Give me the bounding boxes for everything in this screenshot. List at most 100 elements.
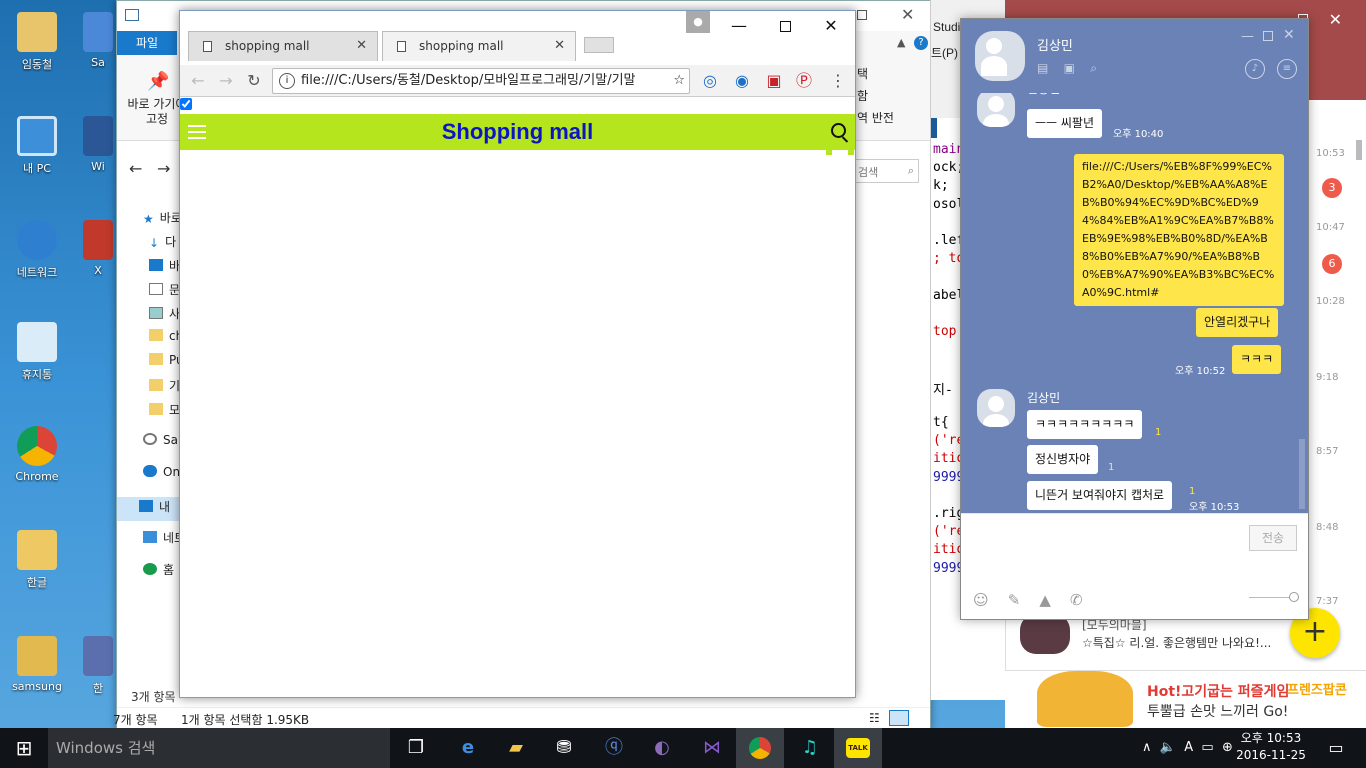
- message-bubble-link[interactable]: file:///C:/Users/%EB%8F%99%EC%B2%A0/Desk…: [1074, 154, 1284, 306]
- message-bubble[interactable]: ㅡㅡ 씨팔년: [1027, 109, 1103, 138]
- emoticon-icon[interactable]: ☺: [973, 591, 989, 609]
- chrome-taskbar-icon[interactable]: [736, 728, 784, 768]
- new-tab-button[interactable]: [584, 37, 614, 53]
- bookmark-star-icon[interactable]: ☆: [671, 69, 685, 93]
- ribbon-collapse-icon[interactable]: ▲: [897, 36, 905, 49]
- visual-studio-icon[interactable]: ⋈: [688, 728, 736, 768]
- explorer-quick-access-icon[interactable]: [125, 9, 139, 21]
- reload-icon[interactable]: ↻: [242, 69, 266, 93]
- send-button[interactable]: 전송: [1249, 525, 1297, 551]
- nav-item-quick-access[interactable]: ★ 바로: [143, 209, 179, 226]
- message-bubble[interactable]: 안열리겠구나: [1196, 308, 1279, 337]
- extension-icon[interactable]: ◉: [730, 69, 754, 93]
- chat-maximize-icon[interactable]: [1263, 31, 1273, 41]
- back-arrow-icon[interactable]: ←: [129, 159, 142, 178]
- chat-scrollbar[interactable]: [1299, 439, 1305, 509]
- pinterest-icon[interactable]: Ⓟ: [792, 69, 816, 93]
- message-bubble[interactable]: ㅋㅋㅋㅋㅋㅋㅋㅋㅋ: [1027, 410, 1143, 439]
- chat-close-icon[interactable]: ✕: [1283, 27, 1295, 43]
- profile-icon[interactable]: ●: [686, 11, 710, 33]
- message-bubble[interactable]: ㅋㅋㅋ: [1232, 345, 1282, 374]
- details-view-icon[interactable]: ☷: [869, 711, 880, 725]
- nav-item-documents[interactable]: 문: [149, 281, 179, 298]
- volume-icon[interactable]: 🔈: [1160, 740, 1176, 755]
- extension-icon[interactable]: ▣: [762, 69, 786, 93]
- nav-item-folder-ch[interactable]: ch: [149, 329, 179, 343]
- desktop-icon-partial-sa[interactable]: Sa: [80, 12, 116, 69]
- nav-item-network[interactable]: 네트: [143, 529, 179, 546]
- message-bubble[interactable]: 니뜬거 보여줘야지 캡처로: [1027, 481, 1173, 510]
- address-bar[interactable]: i file:///C:/Users/동철/Desktop/모바일프로그래밍/기…: [272, 68, 690, 94]
- notification-bell-icon[interactable]: ♪: [1245, 59, 1265, 79]
- search-icon[interactable]: [831, 123, 846, 138]
- forward-arrow-icon[interactable]: →: [157, 159, 170, 178]
- nav-item-onedrive[interactable]: One: [143, 465, 179, 479]
- edge-icon[interactable]: e: [444, 728, 492, 768]
- desktop-icon-recycle-bin[interactable]: 휴지통: [0, 322, 74, 382]
- search-input[interactable]: 검색 ⌕: [853, 159, 919, 183]
- ribbon-partial-3[interactable]: 역 반전: [857, 109, 894, 126]
- windows-search-box[interactable]: Windows 검색: [48, 728, 390, 768]
- hamburger-menu-icon[interactable]: [188, 125, 206, 139]
- clock[interactable]: 오후 10:53 2016-11-25: [1236, 730, 1306, 764]
- explorer-maximize-button[interactable]: [857, 10, 867, 20]
- nav-item-folder-pu[interactable]: Pu: [149, 353, 179, 367]
- friends-close-icon[interactable]: ✕: [1329, 10, 1342, 29]
- windows-start-icon[interactable]: ⊞: [0, 728, 48, 768]
- desktop-icon-partial-x[interactable]: X: [80, 220, 116, 277]
- forward-icon[interactable]: →: [214, 69, 238, 93]
- desktop-icon-user[interactable]: 임동철: [0, 12, 74, 72]
- tab-close-icon[interactable]: ✕: [356, 32, 367, 60]
- desktop-icon-samsung[interactable]: samsung: [0, 636, 74, 693]
- ime-indicator[interactable]: A: [1184, 740, 1193, 755]
- menu-toggle-checkbox[interactable]: [180, 98, 192, 110]
- chat-minimize-icon[interactable]: —: [1241, 29, 1254, 44]
- desktop-icon-partial-han[interactable]: 한: [80, 636, 116, 696]
- nav-item-pictures[interactable]: 사: [149, 305, 179, 322]
- kakaotalk-taskbar-icon[interactable]: TALK: [834, 728, 882, 768]
- nav-item-samsung[interactable]: Sar: [143, 433, 179, 447]
- help-icon[interactable]: ?: [914, 36, 928, 50]
- explorer-close-button[interactable]: ✕: [901, 5, 914, 24]
- friends-scrollbar[interactable]: [1356, 140, 1362, 160]
- network-tray-icon[interactable]: ▭: [1201, 740, 1213, 755]
- extension-icon[interactable]: ◎: [698, 69, 722, 93]
- tab-shopping-mall-2[interactable]: shopping mall ✕: [382, 31, 576, 61]
- nav-item-this-pc[interactable]: 내: [117, 497, 179, 521]
- language-icon[interactable]: ⊕: [1222, 740, 1233, 755]
- call-icon[interactable]: ✆: [1070, 591, 1083, 609]
- nav-item-homegroup[interactable]: 홈: [143, 561, 174, 578]
- attach-icon[interactable]: ✎: [1008, 591, 1021, 609]
- desktop-icon-network[interactable]: 네트워크: [0, 220, 74, 280]
- tab-shopping-mall-1[interactable]: shopping mall ✕: [188, 31, 378, 61]
- editor-menu-partial[interactable]: 트(P): [931, 44, 958, 61]
- slider-handle[interactable]: [1289, 592, 1299, 602]
- action-center-icon[interactable]: ▭: [1312, 728, 1360, 768]
- chat-menu-icon[interactable]: ≡: [1277, 59, 1297, 79]
- friends-ad-banner[interactable]: Hot!고기굽는 퍼즐게임 프렌즈팝콘 투뿔급 손맛 느끼러 Go!: [1005, 670, 1366, 728]
- desktop-icon-my-pc[interactable]: 내 PC: [0, 116, 74, 176]
- nav-item-folder-gi[interactable]: 기: [149, 377, 179, 394]
- help-app-icon[interactable]: ⓠ: [590, 728, 638, 768]
- show-hidden-icons-icon[interactable]: ∧: [1142, 740, 1152, 755]
- nav-item-folder-mo[interactable]: 모: [149, 401, 179, 418]
- desktop-icon-partial-wi[interactable]: Wi: [80, 116, 116, 173]
- file-tab[interactable]: 파일: [117, 31, 177, 55]
- eclipse-icon[interactable]: ◐: [638, 728, 686, 768]
- desktop-icon-hangul[interactable]: 한글: [0, 530, 74, 590]
- message-bubble[interactable]: 정신병자야: [1027, 445, 1099, 474]
- file-explorer-icon[interactable]: ▰: [492, 728, 540, 768]
- large-icons-view-icon[interactable]: [889, 710, 909, 726]
- menu-dots-icon[interactable]: ⋮: [826, 69, 850, 93]
- box-icon[interactable]: ▣: [1064, 61, 1075, 75]
- close-button[interactable]: ✕: [808, 11, 854, 41]
- note-icon[interactable]: ▤: [1037, 61, 1048, 75]
- desktop-icon-chrome[interactable]: Chrome: [0, 426, 74, 483]
- tab-close-icon[interactable]: ✕: [554, 32, 565, 60]
- image-icon[interactable]: ▲: [1039, 591, 1051, 609]
- contact-avatar[interactable]: [975, 31, 1025, 81]
- search-icon[interactable]: ⌕: [1090, 61, 1097, 75]
- back-icon[interactable]: ←: [186, 69, 210, 93]
- opacity-slider[interactable]: [1249, 592, 1299, 602]
- task-view-icon[interactable]: ❐: [392, 728, 440, 768]
